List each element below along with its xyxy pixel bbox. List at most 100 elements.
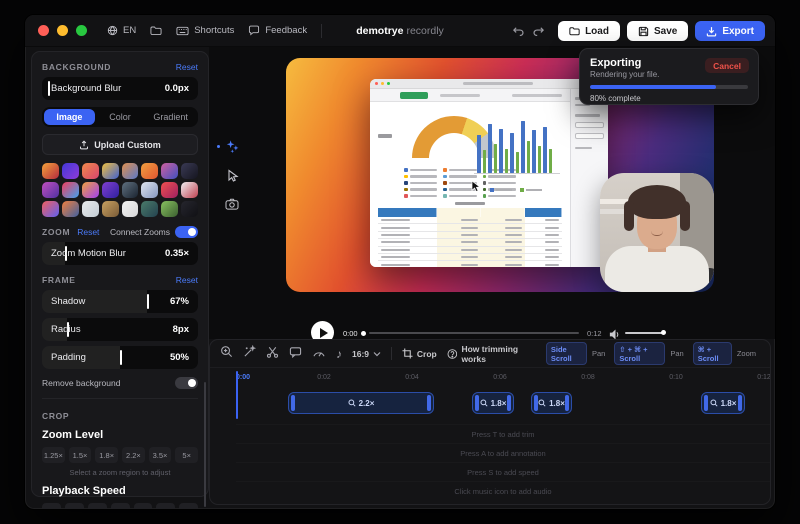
segment-right-handle[interactable] (427, 395, 431, 411)
speed-button[interactable] (312, 345, 326, 363)
wallpaper-thumbnail[interactable] (42, 163, 59, 179)
wallpaper-thumbnail[interactable] (42, 182, 59, 198)
wallpaper-thumbnail[interactable] (62, 201, 79, 217)
zoom-level-option[interactable]: 1.5× (69, 447, 92, 463)
wallpaper-thumbnail[interactable] (82, 201, 99, 217)
zoom-reset-link[interactable]: Reset (77, 227, 99, 237)
zoom-level-option[interactable]: 2.2× (122, 447, 145, 463)
music-button[interactable]: ♪ (336, 348, 342, 360)
wallpaper-thumbnail[interactable] (62, 182, 79, 198)
zoom-level-option[interactable]: 3.5× (149, 447, 172, 463)
export-button[interactable]: Export (695, 21, 765, 41)
wallpaper-thumbnail[interactable] (82, 182, 99, 198)
segment-left-handle[interactable] (291, 395, 295, 411)
segment-left-handle[interactable] (534, 395, 538, 411)
shortcuts-label: Shortcuts (194, 25, 234, 36)
shortcuts-button[interactable]: Shortcuts (176, 25, 234, 36)
frame-reset-link[interactable]: Reset (176, 275, 198, 285)
zoom-segment[interactable]: 1.8× (701, 392, 745, 414)
background-blur-slider[interactable]: Background Blur 0.0px (42, 77, 198, 100)
annotation-button[interactable] (289, 345, 302, 363)
wallpaper-thumbnail[interactable] (161, 163, 178, 179)
webcam-overlay[interactable] (600, 173, 714, 292)
wallpaper-thumbnail[interactable] (161, 201, 178, 217)
seek-bar[interactable] (369, 332, 579, 334)
cut-button[interactable] (266, 345, 279, 363)
wallpaper-thumbnail[interactable] (141, 163, 158, 179)
load-button[interactable]: Load (558, 21, 620, 41)
segment-right-handle[interactable] (565, 395, 569, 411)
wallpaper-thumbnail[interactable] (122, 201, 139, 217)
feedback-button[interactable]: Feedback (248, 25, 307, 36)
wallpaper-thumbnail[interactable] (102, 163, 119, 179)
cursor-tool-button[interactable] (226, 169, 239, 183)
zoom-level-option[interactable]: 1.8× (95, 447, 118, 463)
projects-button[interactable] (150, 25, 162, 36)
zoom-track[interactable]: 2.2× 1.8× 1.8× 1.8× (210, 392, 770, 416)
background-tab-color[interactable]: Color (95, 109, 146, 125)
segment-right-handle[interactable] (507, 395, 511, 411)
background-tab-image[interactable]: Image (44, 109, 95, 125)
zoom-level-option[interactable]: 5× (175, 447, 198, 463)
wallpaper-thumbnail[interactable] (122, 182, 139, 198)
slider-padding[interactable]: Padding50% (42, 346, 198, 369)
slider-shadow[interactable]: Shadow67% (42, 290, 198, 313)
close-window-button[interactable] (38, 25, 49, 36)
sidebar-scrollbar[interactable] (204, 382, 206, 507)
playhead-dot[interactable] (361, 331, 366, 336)
wallpaper-thumbnail[interactable] (102, 201, 119, 217)
slider-thumb[interactable] (120, 350, 122, 365)
wallpaper-thumbnail[interactable] (181, 201, 198, 217)
export-progress-label: 80% complete (590, 94, 748, 103)
how-trimming-works-button[interactable]: How trimming works (447, 344, 536, 364)
effects-tool-button[interactable] (225, 139, 240, 154)
background-reset-link[interactable]: Reset (176, 62, 198, 72)
wallpaper-thumbnail[interactable] (181, 182, 198, 198)
wallpaper-thumbnail[interactable] (62, 163, 79, 179)
zoom-segment[interactable]: 1.8× (472, 392, 514, 414)
aspect-ratio-dropdown[interactable]: 16:9 (352, 349, 381, 359)
zoom-level-option[interactable]: 1.25× (42, 447, 65, 463)
volume-slider[interactable] (625, 332, 665, 334)
wallpaper-thumbnail[interactable] (141, 201, 158, 217)
playback-speed-option[interactable]: 0.25× (42, 503, 61, 510)
magic-wand-button[interactable] (243, 345, 256, 363)
volume-knob[interactable] (661, 330, 666, 335)
wallpaper-thumbnail[interactable] (141, 182, 158, 198)
playback-speed-option[interactable]: 0.5× (65, 503, 84, 510)
background-tab-gradient[interactable]: Gradient (145, 109, 196, 125)
crop-button[interactable]: Crop (402, 348, 437, 359)
timeline-zoom-in-button[interactable] (220, 345, 233, 363)
segment-right-handle[interactable] (738, 395, 742, 411)
save-button[interactable]: Save (627, 21, 688, 41)
playback-speed-option[interactable]: 1.75× (156, 503, 175, 510)
zoom-segment[interactable]: 2.2× (288, 392, 434, 414)
slider-radius[interactable]: Radius8px (42, 318, 198, 341)
upload-custom-button[interactable]: Upload Custom (42, 134, 198, 155)
wallpaper-thumbnail[interactable] (82, 163, 99, 179)
camera-tool-button[interactable] (225, 198, 239, 210)
zoom-window-button[interactable] (76, 25, 87, 36)
language-switcher[interactable]: EN (107, 25, 136, 36)
slider-thumb[interactable] (48, 81, 50, 96)
minimize-window-button[interactable] (57, 25, 68, 36)
slider-thumb[interactable] (147, 294, 149, 309)
playback-speed-option[interactable]: 1.25× (111, 503, 130, 510)
redo-button[interactable] (532, 25, 545, 37)
playback-speed-option[interactable]: 1.5× (134, 503, 153, 510)
undo-button[interactable] (512, 25, 525, 37)
playback-speed-option[interactable]: 2× (179, 503, 198, 510)
playback-speed-option[interactable]: 0.75× (88, 503, 107, 510)
segment-left-handle[interactable] (475, 395, 479, 411)
wallpaper-thumbnail[interactable] (161, 182, 178, 198)
wallpaper-thumbnail[interactable] (122, 163, 139, 179)
segment-left-handle[interactable] (704, 395, 708, 411)
zoom-segment[interactable]: 1.8× (531, 392, 572, 414)
cancel-export-button[interactable]: Cancel (705, 58, 749, 73)
zoom-motion-blur-slider[interactable]: Zoom Motion Blur 0.35× (42, 242, 198, 265)
wallpaper-thumbnail[interactable] (181, 163, 198, 179)
connect-zooms-toggle[interactable] (175, 226, 198, 238)
wallpaper-thumbnail[interactable] (42, 201, 59, 217)
remove-background-toggle[interactable] (175, 377, 198, 389)
wallpaper-thumbnail[interactable] (102, 182, 119, 198)
